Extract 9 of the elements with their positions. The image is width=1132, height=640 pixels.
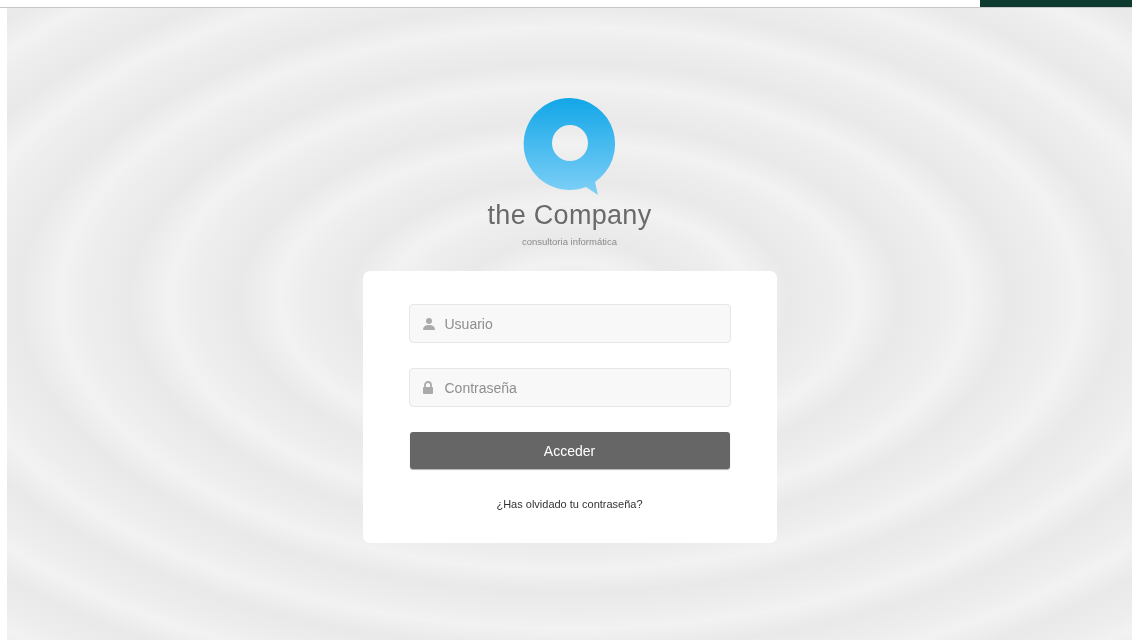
username-field[interactable]: Usuario — [408, 304, 731, 343]
password-field[interactable]: Contraseña — [408, 368, 731, 407]
brand-name: the Company — [487, 200, 652, 231]
speech-bubble-logo-icon — [521, 96, 618, 196]
login-button[interactable]: Acceder — [409, 432, 730, 469]
lock-icon — [421, 381, 434, 394]
brand-tagline: consultoria informática — [521, 236, 617, 247]
user-icon — [421, 317, 436, 330]
forgot-password-link[interactable]: ¿Has olvidado tu contraseña? — [496, 498, 643, 510]
